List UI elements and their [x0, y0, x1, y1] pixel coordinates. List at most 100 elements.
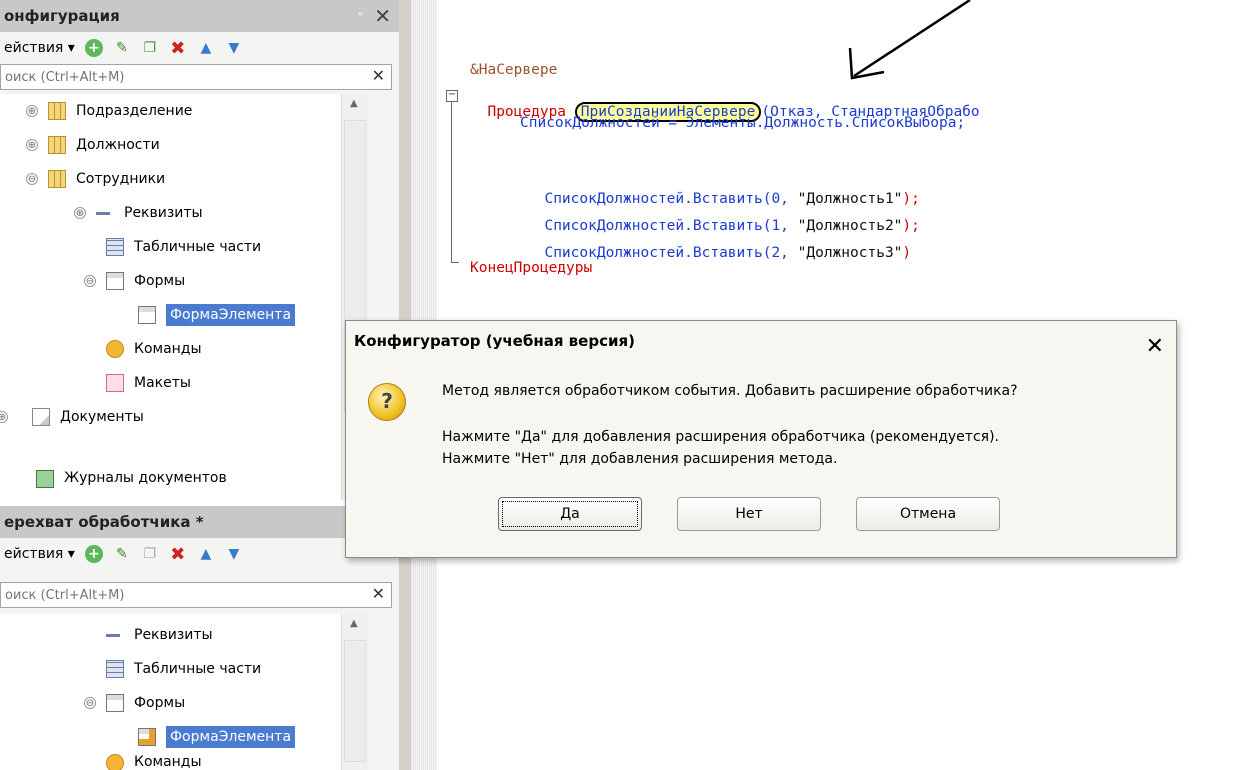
- tree-item-label: Команды: [134, 341, 202, 357]
- no-button[interactable]: Нет: [677, 497, 821, 531]
- tree-item-label: Реквизиты: [134, 627, 213, 643]
- yes-button[interactable]: Да: [498, 497, 642, 531]
- tree-item-label: Сотрудники: [76, 171, 166, 187]
- handler-search-input[interactable]: [1, 583, 347, 607]
- table-parts-icon: [106, 238, 124, 256]
- edit-icon[interactable]: ✎: [113, 545, 131, 563]
- move-down-icon[interactable]: ▼: [225, 39, 243, 57]
- config-tree: ⊕ Подразделение ⊕ Должности ⊖ Сотрудники…: [0, 94, 368, 500]
- tree-item-rekvizity[interactable]: Реквизиты: [0, 618, 399, 652]
- question-icon: ?: [368, 383, 406, 421]
- tree-item-forma-elementa[interactable]: ФормаЭлемента: [0, 298, 399, 332]
- tree-item-label: Табличные части: [134, 661, 262, 677]
- table-parts-icon: [106, 660, 124, 678]
- tree-item-label: Табличные части: [134, 239, 262, 255]
- add-icon[interactable]: +: [84, 545, 103, 563]
- tree-item-podrazdelenie[interactable]: ⊕ Подразделение: [0, 94, 394, 128]
- scroll-up-icon[interactable]: ▲: [350, 98, 358, 109]
- tree-item-label: Подразделение: [76, 103, 193, 119]
- close-icon[interactable]: ✕: [1146, 327, 1164, 367]
- handler-tree-scrollbar[interactable]: ▲: [341, 614, 368, 770]
- cancel-button[interactable]: Отмена: [856, 497, 1000, 531]
- handler-search-box: ✕: [0, 582, 392, 608]
- scroll-up-icon[interactable]: ▲: [350, 618, 358, 629]
- dialog-question: Метод является обработчиком события. Доб…: [442, 383, 1018, 399]
- tree-item-label: Команды: [134, 754, 202, 770]
- edit-icon[interactable]: ✎: [113, 39, 131, 57]
- commands-icon: [106, 754, 124, 770]
- tree-item-komandy[interactable]: Команды: [0, 754, 399, 770]
- tree-item-label: Формы: [134, 273, 186, 289]
- attributes-icon: [106, 626, 124, 644]
- add-icon[interactable]: +: [84, 39, 103, 57]
- expand-icon[interactable]: ⊕: [74, 207, 86, 219]
- panel-title-text: онфигурация: [4, 7, 120, 25]
- tree-item-label: ФормаЭлемента: [166, 304, 296, 326]
- close-icon[interactable]: ✕: [374, 0, 391, 32]
- pin-icon[interactable]: ᵒ: [358, 0, 363, 32]
- commands-icon: [106, 340, 124, 358]
- actions-menu[interactable]: ействия ▾: [4, 40, 75, 56]
- collapse-icon[interactable]: ⊖: [26, 173, 38, 185]
- config-search-input[interactable]: [1, 65, 347, 89]
- tree-item-dokumenty[interactable]: ⊕ Документы: [0, 400, 368, 434]
- clear-search-icon[interactable]: ✕: [372, 66, 385, 85]
- delete-icon[interactable]: ✖: [169, 544, 187, 565]
- dialog-hint-yes: Нажмите "Да" для добавления расширения о…: [442, 429, 999, 445]
- handler-tree: Реквизиты Табличные части ⊖ Формы ФормаЭ…: [0, 614, 368, 770]
- expand-icon[interactable]: ⊕: [26, 139, 38, 151]
- form-icon: [138, 306, 156, 324]
- copy-icon[interactable]: ❐: [141, 39, 159, 57]
- collapse-icon[interactable]: ⊖: [84, 275, 96, 287]
- tree-item-label: Должности: [76, 137, 160, 153]
- copy-icon[interactable]: ❐: [141, 545, 159, 563]
- fold-line: [451, 102, 452, 262]
- attributes-icon: [96, 204, 114, 222]
- collapse-icon[interactable]: ⊖: [84, 697, 96, 709]
- tree-item-tablichnye-chasti[interactable]: Табличные части: [0, 230, 399, 264]
- expand-icon[interactable]: ⊕: [26, 105, 38, 117]
- catalog-icon: [48, 136, 66, 154]
- fold-collapse-icon[interactable]: −: [446, 90, 458, 102]
- delete-icon[interactable]: ✖: [169, 38, 187, 59]
- layouts-icon: [106, 374, 124, 392]
- panel-title-text: ерехват обработчика *: [4, 513, 204, 531]
- move-up-icon[interactable]: ▲: [197, 39, 215, 57]
- tree-item-label: ФормаЭлемента: [166, 726, 296, 748]
- code-end-procedure: КонецПроцедуры: [470, 260, 593, 276]
- tree-item-zhurnaly[interactable]: Журналы документов: [0, 470, 399, 496]
- tree-item-label: Документы: [60, 409, 144, 425]
- configuration-toolbar: ействия ▾ + ✎ ❐ ✖ ▲ ▼: [0, 32, 399, 64]
- handler-panel-title: ерехват обработчика *: [0, 506, 399, 538]
- expand-icon[interactable]: ⊕: [0, 411, 8, 423]
- dialog-title: Конфигуратор (учебная версия) ✕: [346, 321, 1176, 361]
- tree-item-formy[interactable]: ⊖ Формы: [0, 264, 399, 298]
- code-directive: &НаСервере: [470, 62, 558, 78]
- tree-item-makety[interactable]: Макеты: [0, 366, 399, 400]
- clear-search-icon[interactable]: ✕: [372, 584, 385, 603]
- dialog-hint-no: Нажмите "Нет" для добавления расширения …: [442, 451, 838, 467]
- code-line-insert-3: СписокДолжностей.Вставить(2, "Должность3…: [527, 229, 911, 261]
- handler-interception-panel: ерехват обработчика * ействия ▾ + ✎ ❐ ✖ …: [0, 506, 399, 770]
- tree-item-sotrudniki[interactable]: ⊖ Сотрудники: [0, 162, 394, 196]
- form-handler-icon: [138, 728, 156, 746]
- tree-item-label: Журналы документов: [64, 470, 227, 486]
- tree-item-formy[interactable]: ⊖ Формы: [0, 686, 399, 720]
- code-punct: ): [902, 245, 912, 261]
- tree-item-dolzhnosti[interactable]: ⊕ Должности: [0, 128, 394, 162]
- journals-icon: [36, 470, 54, 488]
- move-up-icon[interactable]: ▲: [197, 545, 215, 563]
- tree-item-forma-elementa[interactable]: ФормаЭлемента: [0, 720, 399, 754]
- tree-item-rekvizity[interactable]: ⊕ Реквизиты: [0, 196, 399, 230]
- tree-item-komandy[interactable]: Команды: [0, 332, 399, 366]
- tree-item-label: Макеты: [134, 375, 191, 391]
- scroll-thumb[interactable]: [344, 640, 366, 762]
- code-line-choice-list: СписокДолжностей = Элементы.Должность.Сп…: [520, 115, 966, 131]
- actions-menu[interactable]: ействия ▾: [4, 546, 75, 562]
- tree-item-tablichnye-chasti[interactable]: Табличные части: [0, 652, 399, 686]
- annotation-arrow: [848, 0, 971, 80]
- move-down-icon[interactable]: ▼: [225, 545, 243, 563]
- tree-item-label: Реквизиты: [124, 205, 203, 221]
- config-search-box: ✕: [0, 64, 392, 90]
- tree-item-label: Формы: [134, 695, 186, 711]
